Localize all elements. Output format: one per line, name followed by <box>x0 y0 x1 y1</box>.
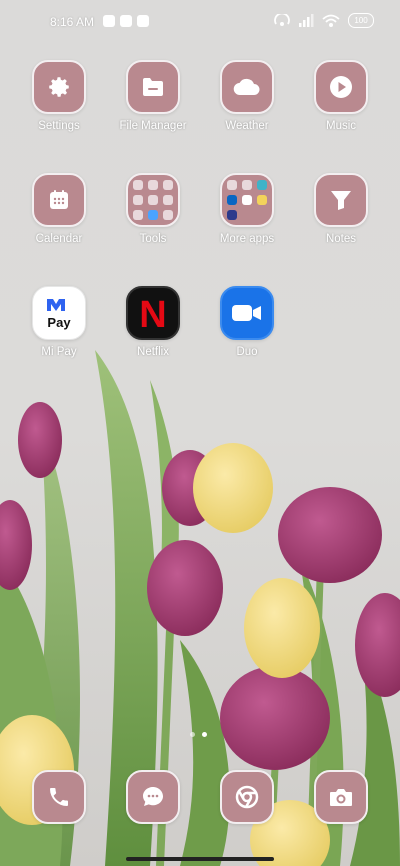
page-dot-active <box>202 732 207 737</box>
app-duo[interactable]: Duo <box>202 286 292 358</box>
chat-bubble-icon <box>143 787 163 806</box>
dock-phone[interactable] <box>14 770 104 824</box>
gear-icon <box>49 77 69 97</box>
funnel-icon <box>331 191 351 210</box>
wifi-icon <box>322 14 340 27</box>
app-label: Netflix <box>137 346 169 358</box>
folder-tools[interactable]: Tools <box>108 173 198 245</box>
app-label: Mi Pay <box>41 346 77 358</box>
app-notes[interactable]: Notes <box>296 173 386 245</box>
camera-icon <box>330 789 352 806</box>
mipay-icon: Pay <box>47 299 71 330</box>
signal-icon <box>299 13 314 27</box>
app-label: Duo <box>236 346 258 358</box>
app-label: Settings <box>38 120 80 132</box>
battery-icon: 100 <box>348 13 374 28</box>
app-mi-pay[interactable]: Pay Mi Pay <box>14 286 104 358</box>
dock-messages[interactable] <box>108 770 198 824</box>
dock-chrome[interactable] <box>202 770 292 824</box>
app-netflix[interactable]: N Netflix <box>108 286 198 358</box>
phone-icon <box>50 788 68 806</box>
app-label: File Manager <box>119 120 187 132</box>
notification-icon <box>103 15 115 27</box>
chrome-icon <box>235 785 259 809</box>
app-music[interactable]: Music <box>296 60 386 132</box>
dock <box>0 770 400 824</box>
folder-grid-icon <box>132 179 174 221</box>
app-weather[interactable]: Weather <box>202 60 292 132</box>
svg-text:N: N <box>139 294 166 332</box>
app-label: Weather <box>225 120 269 132</box>
notification-icon <box>137 15 149 27</box>
home-indicator-bar[interactable] <box>126 857 274 861</box>
app-label: Tools <box>139 233 167 245</box>
video-camera-icon <box>232 305 261 321</box>
app-label: Calendar <box>35 233 83 245</box>
cloud-icon <box>233 78 260 96</box>
status-time: 8:16 AM <box>50 15 95 29</box>
app-settings[interactable]: Settings <box>14 60 104 132</box>
app-label: Music <box>325 120 357 132</box>
folder-grid-icon <box>226 179 268 221</box>
page-indicator <box>190 732 207 737</box>
app-label: Notes <box>325 233 357 245</box>
app-file-manager[interactable]: File Manager <box>108 60 198 132</box>
svg-text:Pay: Pay <box>47 315 71 330</box>
dock-camera[interactable] <box>296 770 386 824</box>
calendar-icon <box>50 190 68 209</box>
play-icon <box>330 76 352 98</box>
netflix-icon: N <box>139 294 166 332</box>
app-label: More apps <box>219 233 275 245</box>
status-bar: 8:16 AM 100 <box>0 0 400 44</box>
folder-more-apps[interactable]: More apps <box>202 173 292 245</box>
app-calendar[interactable]: Calendar <box>14 173 104 245</box>
folder-icon <box>143 78 163 96</box>
battery-level: 100 <box>354 16 368 25</box>
hotspot-icon <box>274 13 290 26</box>
page-dot <box>190 732 195 737</box>
notification-icon <box>120 15 132 27</box>
